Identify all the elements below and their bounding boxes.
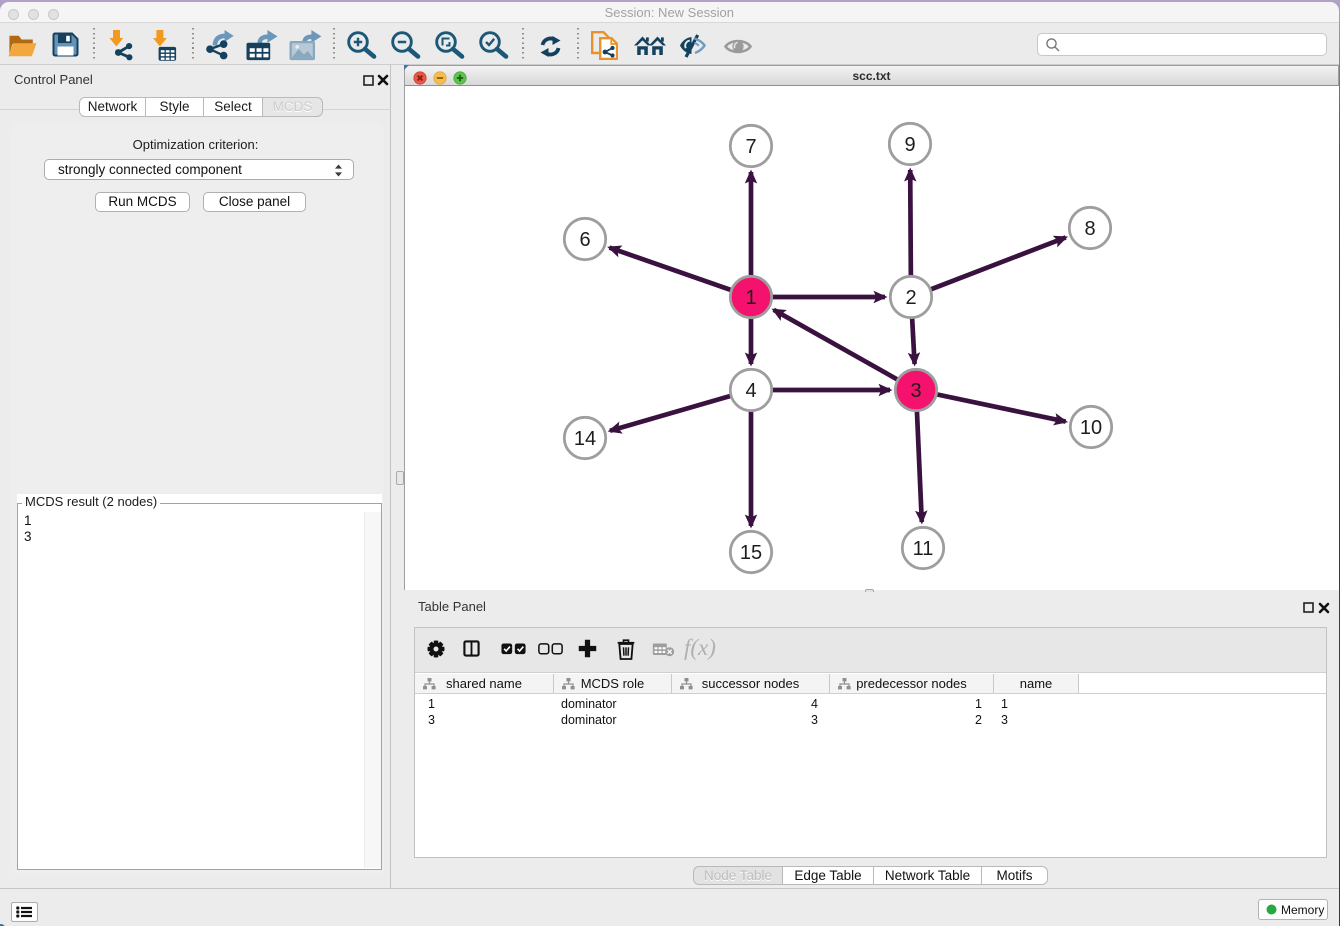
svg-text:10: 10 (1080, 417, 1102, 439)
svg-text:9: 9 (904, 134, 915, 156)
svg-text:1: 1 (745, 287, 756, 309)
svg-text:15: 15 (740, 542, 762, 564)
svg-text:4: 4 (745, 380, 756, 402)
svg-text:11: 11 (913, 538, 934, 560)
svg-text:2: 2 (905, 287, 916, 309)
svg-text:8: 8 (1084, 218, 1095, 240)
svg-text:14: 14 (574, 428, 596, 450)
svg-text:6: 6 (579, 229, 590, 251)
svg-text:7: 7 (745, 136, 756, 158)
svg-text:3: 3 (910, 380, 921, 402)
